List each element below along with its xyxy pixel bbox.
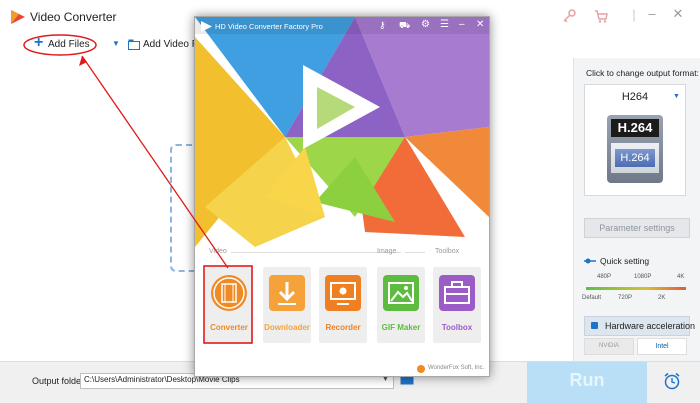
menu-list-icon[interactable]: ☰ xyxy=(440,19,449,30)
cart-icon[interactable] xyxy=(594,9,608,23)
chevron-down-icon[interactable]: ▼ xyxy=(112,39,120,48)
quick-setting-label: Quick setting xyxy=(600,256,650,266)
parameter-settings-button[interactable]: Parameter settings xyxy=(584,218,690,238)
section-toolbox-label: Toolbox xyxy=(435,248,460,255)
parameter-settings-label: Parameter settings xyxy=(599,223,675,233)
toolbox-tile[interactable]: Toolbox xyxy=(433,267,481,343)
toolbox-icon xyxy=(439,275,475,311)
converter-tile[interactable]: Converter xyxy=(205,267,253,343)
recorder-tile[interactable]: Recorder xyxy=(319,267,367,343)
screen-recorder-icon xyxy=(325,275,361,311)
close-icon[interactable]: ✕ xyxy=(476,19,484,30)
section-image-divider xyxy=(405,252,425,253)
format-selector[interactable]: H264 ▼ H.264 H.264 xyxy=(584,84,686,196)
tick-default: Default xyxy=(582,295,602,301)
section-video-divider xyxy=(231,252,401,253)
wonderfox-logo-icon xyxy=(417,365,425,373)
image-landscape-icon xyxy=(383,275,419,311)
settings-gear-icon[interactable]: ⚙ xyxy=(421,19,430,30)
intel-label: Intel xyxy=(655,343,669,350)
h264-badge-bottom: H.264 xyxy=(615,149,655,167)
download-arrow-icon xyxy=(269,275,305,311)
h264-badge-top: H.264 xyxy=(611,119,659,137)
converter-label: Converter xyxy=(210,323,248,332)
nvidia-label: NVIDIA xyxy=(598,343,619,349)
tick-720p: 720P xyxy=(618,295,633,301)
toolbox-label: Toolbox xyxy=(441,323,473,332)
section-image-label: Image xyxy=(377,248,397,255)
output-folder-label: Output folder: xyxy=(32,376,87,386)
change-format-label: Click to change output format: xyxy=(586,68,699,78)
film-reel-icon xyxy=(211,275,247,311)
tick-2k: 2K xyxy=(658,295,666,301)
intel-badge: Intel xyxy=(637,338,687,355)
hardware-acceleration-button[interactable]: Hardware acceleration xyxy=(584,316,695,336)
chevron-down-icon: ▼ xyxy=(673,93,680,100)
close-icon[interactable]: ✕ xyxy=(668,6,688,22)
folder-icon[interactable] xyxy=(128,39,140,50)
key-icon[interactable] xyxy=(562,9,576,23)
gif-maker-tile[interactable]: GIF Maker xyxy=(377,267,425,343)
minimize-icon[interactable]: – xyxy=(642,6,662,21)
quality-slider[interactable] xyxy=(586,287,686,290)
cart-icon[interactable]: ⛟ xyxy=(399,20,410,32)
gif-maker-label: GIF Maker xyxy=(381,323,421,332)
chip-icon xyxy=(591,322,598,329)
hardware-acceleration-label: Hardware acceleration xyxy=(605,321,696,331)
chevron-down-icon[interactable]: ▼ xyxy=(382,376,389,383)
footer-copyright: WonderFox Soft, Inc. xyxy=(428,365,485,371)
format-name: H264 xyxy=(621,91,649,103)
quick-setting-icon xyxy=(584,258,596,264)
app-title: Video Converter xyxy=(30,10,117,24)
separator: | xyxy=(632,7,636,22)
h264-format-icon: H.264 H.264 xyxy=(607,115,663,183)
alarm-clock-icon[interactable] xyxy=(663,372,681,390)
run-label: Run xyxy=(569,370,605,390)
minimize-icon[interactable]: – xyxy=(459,19,465,30)
run-button[interactable]: Run xyxy=(527,362,647,403)
tick-480p: 480P xyxy=(597,274,612,280)
launcher-window: HD Video Converter Factory Pro ⚷ ⛟ ⚙ ☰ –… xyxy=(194,16,490,377)
nvidia-badge: NVIDIA xyxy=(584,338,634,355)
key-icon[interactable]: ⚷ xyxy=(379,20,386,31)
launcher-banner-art xyxy=(195,17,489,247)
tick-4k: 4K xyxy=(677,274,685,280)
output-format-panel: Click to change output format: H264 ▼ H.… xyxy=(573,58,700,361)
tick-1080p: 1080P xyxy=(634,274,652,280)
section-video-label: Video xyxy=(209,248,227,255)
downloader-tile[interactable]: Downloader xyxy=(263,267,311,343)
add-files-label: Add Files xyxy=(48,39,90,50)
downloader-label: Downloader xyxy=(264,323,310,332)
recorder-label: Recorder xyxy=(325,323,361,332)
launcher-title: HD Video Converter Factory Pro xyxy=(215,22,323,31)
plus-icon: + xyxy=(34,34,44,51)
app-logo-icon xyxy=(11,10,25,24)
launcher-logo-icon xyxy=(201,21,212,32)
